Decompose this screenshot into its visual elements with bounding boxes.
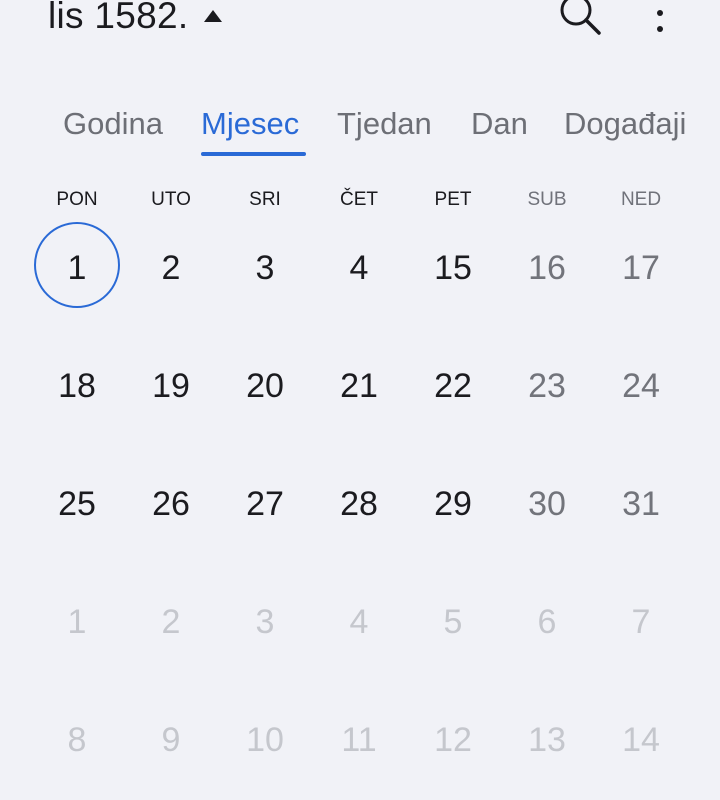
day-cell[interactable]: 10	[218, 680, 312, 798]
day-number: 9	[161, 721, 181, 759]
day-cell[interactable]: 14	[594, 680, 688, 798]
day-number: 1	[67, 249, 87, 287]
month-year-selector[interactable]: lis 1582.	[48, 0, 223, 44]
day-cell[interactable]: 31	[594, 444, 688, 562]
day-cell[interactable]: 1	[30, 208, 124, 326]
day-number: 1	[67, 603, 87, 641]
top-app-bar: lis 1582.	[0, 0, 720, 50]
day-cell[interactable]: 1	[30, 562, 124, 680]
day-number: 21	[340, 367, 378, 405]
day-number: 20	[246, 367, 284, 405]
day-cell[interactable]: 21	[312, 326, 406, 444]
tab-dogadaji[interactable]: Događaji	[564, 102, 686, 146]
day-number: 11	[341, 721, 377, 759]
day-number: 2	[161, 249, 181, 287]
day-cell[interactable]: 16	[500, 208, 594, 326]
day-cell[interactable]: 11	[312, 680, 406, 798]
triangle-up-icon	[203, 10, 222, 22]
day-number: 14	[622, 721, 660, 759]
day-number: 18	[58, 367, 96, 405]
day-cell[interactable]: 13	[500, 680, 594, 798]
day-number: 5	[443, 603, 463, 641]
day-cell[interactable]: 5	[406, 562, 500, 680]
day-number: 8	[67, 721, 87, 759]
day-cell[interactable]: 9	[124, 680, 218, 798]
day-cell[interactable]: 29	[406, 444, 500, 562]
day-cell[interactable]: 24	[594, 326, 688, 444]
day-number: 7	[631, 603, 651, 641]
month-grid: 1 2 3 4 15 16 17 18 19 20 21 22 23 24 25 26 27 28 29 30 31 1 2…	[30, 208, 720, 800]
day-cell[interactable]: 17	[594, 208, 688, 326]
day-number: 23	[528, 367, 566, 405]
day-cell[interactable]: 30	[500, 444, 594, 562]
day-cell[interactable]: 3	[218, 562, 312, 680]
day-number: 4	[349, 603, 369, 641]
day-number: 2	[161, 603, 181, 641]
day-cell[interactable]: 8	[30, 680, 124, 798]
day-number: 28	[340, 485, 378, 523]
day-cell[interactable]: 2	[124, 562, 218, 680]
day-number: 22	[434, 367, 472, 405]
day-cell[interactable]: 26	[124, 444, 218, 562]
day-number: 27	[246, 485, 284, 523]
day-number: 30	[528, 485, 566, 523]
day-cell[interactable]: 18	[30, 326, 124, 444]
day-number: 26	[152, 485, 190, 523]
day-cell[interactable]: 25	[30, 444, 124, 562]
day-number: 25	[58, 485, 96, 523]
day-number: 19	[152, 367, 190, 405]
day-number: 29	[434, 485, 472, 523]
day-number: 24	[622, 367, 660, 405]
day-number: 31	[622, 485, 660, 523]
active-tab-indicator	[201, 152, 306, 156]
day-number: 10	[246, 721, 284, 759]
day-number: 4	[349, 249, 369, 287]
day-cell[interactable]: 4	[312, 208, 406, 326]
day-number: 15	[434, 249, 472, 287]
month-title: lis 1582.	[48, 0, 189, 36]
day-number: 17	[622, 249, 660, 287]
day-number: 12	[434, 721, 472, 759]
day-number: 6	[537, 603, 557, 641]
day-cell[interactable]: 2	[124, 208, 218, 326]
day-cell[interactable]: 20	[218, 326, 312, 444]
day-cell[interactable]: 23	[500, 326, 594, 444]
day-cell[interactable]: 27	[218, 444, 312, 562]
day-cell[interactable]: 4	[312, 562, 406, 680]
day-cell[interactable]: 6	[500, 562, 594, 680]
tab-godina[interactable]: Godina	[63, 102, 163, 146]
tab-tjedan[interactable]: Tjedan	[337, 102, 432, 146]
day-number: 3	[255, 603, 275, 641]
day-number: 16	[528, 249, 566, 287]
more-vertical-icon[interactable]	[642, 0, 678, 44]
day-cell[interactable]: 7	[594, 562, 688, 680]
day-number: 13	[528, 721, 566, 759]
tab-dan[interactable]: Dan	[471, 102, 528, 146]
day-number: 3	[255, 249, 275, 287]
day-cell[interactable]: 15	[406, 208, 500, 326]
view-tabs: Godina Mjesec Tjedan Dan Događaji	[0, 102, 720, 162]
day-cell[interactable]: 22	[406, 326, 500, 444]
tab-mjesec[interactable]: Mjesec	[201, 102, 299, 146]
day-cell[interactable]: 28	[312, 444, 406, 562]
day-cell[interactable]: 19	[124, 326, 218, 444]
day-cell[interactable]: 12	[406, 680, 500, 798]
search-icon[interactable]	[555, 0, 605, 41]
day-cell[interactable]: 3	[218, 208, 312, 326]
